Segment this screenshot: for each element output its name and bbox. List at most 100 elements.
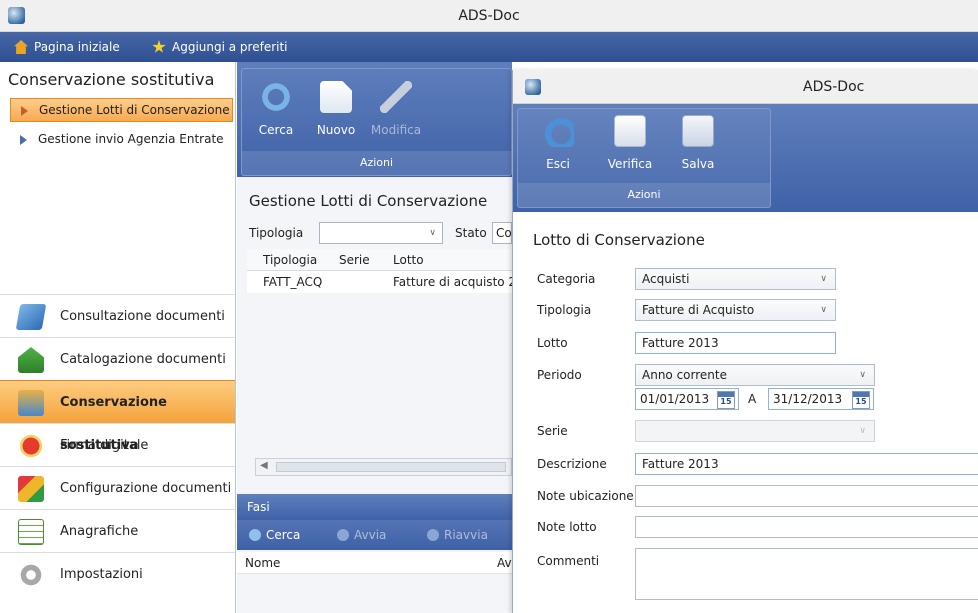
dialog-title-bar: ADS-Doc: [513, 70, 978, 104]
add-favorites-label: Aggiungi a preferiti: [172, 40, 288, 54]
lotto-label: Lotto: [537, 336, 568, 350]
ribbon-group-azioni: Esci Verifica Salva Azioni: [517, 108, 771, 208]
cerca-button[interactable]: Cerca: [248, 77, 304, 147]
new-document-icon: [320, 81, 352, 113]
expand-arrow-icon: [20, 135, 27, 145]
nav-consultazione-documenti[interactable]: Consultazione documenti: [0, 294, 235, 337]
chevron-down-icon: ∨: [820, 274, 827, 284]
cell-tipologia: FATT_ACQ: [263, 275, 323, 289]
serie-label: Serie: [537, 424, 568, 438]
workspace-title: Gestione Lotti di Conservazione: [249, 192, 488, 210]
modifica-button[interactable]: Modifica: [368, 77, 424, 147]
nav-configurazione-documenti[interactable]: Configurazione documenti: [0, 466, 235, 509]
column-header-tipologia[interactable]: Tipologia: [263, 249, 317, 271]
verifica-button[interactable]: Verifica: [602, 111, 658, 181]
tree-item-label: Gestione Lotti di Conservazione: [39, 103, 230, 117]
dialog-heading: Lotto di Conservazione: [533, 231, 705, 249]
calendar-icon[interactable]: 15: [852, 391, 870, 409]
table-row[interactable]: FATT_ACQ Fatture di acquisto 20: [247, 271, 512, 293]
periodo-select[interactable]: Anno corrente ∨: [635, 364, 875, 386]
lotti-workspace: Cerca Nuovo Modifica Azioni Gestione Lot…: [237, 62, 512, 613]
home-link-label: Pagina iniziale: [34, 40, 120, 54]
chevron-down-icon: ∨: [859, 370, 866, 380]
table-header: Tipologia Serie Lotto: [247, 249, 512, 271]
add-favorites-link[interactable]: Aggiungi a preferiti: [152, 32, 288, 62]
dialog-title: ADS-Doc: [803, 79, 865, 95]
home-link[interactable]: Pagina iniziale: [14, 32, 120, 62]
fasi-cerca-button[interactable]: Cerca: [249, 520, 300, 550]
note-ubicazione-label: Note ubicazione: [537, 489, 634, 503]
nav-firma-digitale[interactable]: Firma digitale: [0, 423, 235, 466]
window-title: ADS-Doc: [458, 8, 520, 24]
app-logo-icon: [525, 79, 541, 95]
tipologia-filter-select[interactable]: ∨: [319, 222, 443, 244]
award-ribbon-icon: [18, 433, 44, 459]
favorites-bar: Pagina iniziale Aggiungi a preferiti: [0, 32, 978, 62]
stato-filter-select[interactable]: Co: [492, 222, 512, 244]
periodo-to-label: A: [748, 392, 757, 406]
nav-anagrafiche[interactable]: Anagrafiche: [0, 509, 235, 552]
tipologia-label: Tipologia: [537, 303, 592, 317]
fasi-riavvia-button[interactable]: Riavvia: [427, 520, 488, 550]
periodo-to-date[interactable]: 31/12/2013 15: [768, 388, 874, 410]
tree-item-label: Gestione invio Agenzia Entrate: [38, 132, 224, 146]
refresh-icon: [260, 81, 292, 113]
expand-arrow-icon: [21, 106, 28, 116]
commenti-label: Commenti: [537, 554, 600, 568]
tipologia-filter-label: Tipologia: [249, 226, 304, 240]
calendar-icon[interactable]: 15: [717, 391, 735, 409]
ribbon-group-azioni: Cerca Nuovo Modifica Azioni: [241, 68, 512, 176]
note-ubicazione-input[interactable]: [635, 485, 978, 507]
undo-arrow-icon: [542, 115, 574, 147]
fasi-panel-header: Fasi: [237, 494, 512, 520]
checklist-icon: [614, 115, 646, 147]
horizontal-scrollbar[interactable]: ◀: [255, 458, 512, 476]
tree-item-gestione-invio[interactable]: Gestione invio Agenzia Entrate: [10, 128, 233, 152]
scrollbar-thumb[interactable]: [276, 462, 506, 472]
lotto-dialog-window: ADS-Doc Esci Verifica Salva Azioni Lotto…: [512, 70, 978, 613]
ribbon-group-label: Azioni: [518, 183, 770, 207]
play-icon: [337, 529, 349, 541]
nav-catalogazione-documenti[interactable]: Catalogazione documenti: [0, 337, 235, 380]
colored-cubes-icon: [18, 476, 44, 502]
serie-select[interactable]: ∨: [635, 420, 875, 442]
esci-button[interactable]: Esci: [530, 111, 586, 181]
nav-conservazione-sostitutiva[interactable]: Conservazione sostitutiva: [0, 380, 235, 453]
column-header-serie[interactable]: Serie: [339, 249, 370, 271]
stato-filter-label: Stato: [455, 226, 487, 240]
column-header-lotto[interactable]: Lotto: [393, 249, 424, 271]
pencil-icon: [380, 81, 412, 113]
fasi-toolbar: Cerca Avvia Riavvia: [237, 520, 512, 550]
fasi-avvia-button[interactable]: Avvia: [337, 520, 386, 550]
refresh-icon: [249, 529, 261, 541]
column-header-avvio[interactable]: Av: [497, 552, 512, 574]
section-title: Conservazione sostitutiva: [8, 70, 215, 89]
descrizione-input[interactable]: Fatture 2013: [635, 453, 978, 475]
column-header-nome[interactable]: Nome: [245, 552, 280, 574]
categoria-select[interactable]: Acquisti ∨: [635, 268, 836, 290]
scroll-left-icon[interactable]: ◀: [260, 460, 268, 471]
nav-impostazioni[interactable]: Impostazioni: [0, 552, 235, 595]
salva-button[interactable]: Salva: [670, 111, 726, 181]
note-lotto-input[interactable]: [635, 516, 978, 538]
workspace-ribbon: Cerca Nuovo Modifica Azioni: [237, 62, 512, 177]
star-icon: [152, 40, 166, 53]
chevron-down-icon: ∨: [820, 305, 827, 315]
chevron-down-icon: ∨: [859, 426, 866, 436]
lotto-input[interactable]: Fatture 2013: [635, 332, 836, 354]
cell-lotto: Fatture di acquisto 20: [393, 275, 512, 289]
main-title-bar: ADS-Doc: [0, 0, 978, 32]
tipologia-select[interactable]: Fatture di Acquisto ∨: [635, 299, 836, 321]
nuovo-button[interactable]: Nuovo: [308, 77, 364, 147]
periodo-from-date[interactable]: 01/01/2013 15: [635, 388, 739, 410]
note-lotto-label: Note lotto: [537, 520, 597, 534]
left-navigation-panel: Conservazione sostitutiva Gestione Lotti…: [0, 62, 236, 613]
commenti-textarea[interactable]: [635, 548, 978, 600]
descrizione-label: Descrizione: [537, 457, 607, 471]
fasi-table-header: Nome Av: [237, 552, 512, 574]
periodo-label: Periodo: [537, 368, 582, 382]
chevron-down-icon: ∨: [429, 228, 436, 238]
tree-item-gestione-lotti[interactable]: Gestione Lotti di Conservazione: [10, 98, 233, 122]
lotti-table: Tipologia Serie Lotto FATT_ACQ Fatture d…: [247, 249, 512, 293]
save-icon: [682, 115, 714, 147]
